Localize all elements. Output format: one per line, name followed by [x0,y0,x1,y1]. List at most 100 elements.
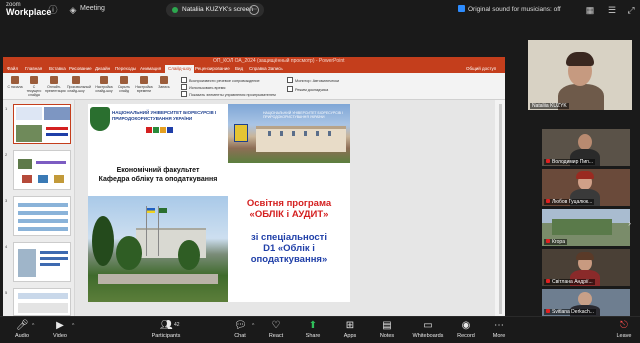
audio-caret-icon[interactable]: ^ [32,323,34,329]
specialty-heading: зі спеціальності D1 «Облік і оподаткуван… [228,232,350,265]
color-block-orange [160,127,166,133]
leave-button[interactable]: ⎋ Leave [612,320,636,339]
monitor-select[interactable]: Монитор: Автоматически [287,77,339,83]
notes-label: Notes [379,333,395,339]
tab-transitions[interactable]: Переходы [115,66,136,71]
shield-icon[interactable]: ◈ [68,5,78,15]
university-flag-icon [159,208,167,213]
view-options-icon[interactable]: ☰ [607,5,617,15]
tab-home[interactable]: Главная [25,66,42,71]
specialty-line-2: D1 «Облік і [263,243,315,254]
vertical-scrollbar[interactable] [499,104,502,314]
thumb-number-2: 2 [5,152,8,157]
mic-muted-icon [546,159,550,163]
screen-share-pill[interactable]: Nataliia KUZYK's screen ⋯ [166,3,264,17]
thumb4-line2 [40,257,68,260]
participants-icon: 👥︎ [160,320,173,331]
view-grid-icon[interactable]: ▦ [585,5,595,15]
online-icon [50,76,58,84]
participant-video-2[interactable]: Любов Гуцалюк... [542,169,630,206]
tab-help[interactable]: Справка [249,66,267,71]
thumb4-line3 [40,263,60,266]
tab-review[interactable]: Рецензирование [195,66,230,71]
use-timings-checkbox[interactable]: Использовать время [181,84,225,90]
mic-muted-icon [546,199,550,203]
video-button[interactable]: ▶︎ Video ^ [38,320,82,339]
record-icon [160,76,168,84]
tab-draw[interactable]: Рисование [69,66,92,71]
slide-thumbnail-2[interactable] [13,150,71,190]
color-block-red [146,127,152,133]
slide-thumbnail-5[interactable] [13,288,71,316]
record-icon: ◉ [461,320,471,331]
participant-video-3[interactable]: Кгора [542,209,630,246]
participants-count: 42 [174,322,180,328]
narration-checkbox[interactable]: Воспроизвести речевое сопровождение [181,77,260,83]
ukraine-flag-icon [147,208,155,213]
setup-show-label: Настройка слайд-шоу [95,85,113,93]
more-button[interactable]: ⋯ More [477,320,521,339]
fullscreen-icon[interactable]: ⤢ [626,5,636,15]
speaker-hair [566,52,594,66]
more-options-icon[interactable]: ⋯ [249,5,259,15]
participant-video-1[interactable]: Володимир Пип... [542,129,630,166]
whiteboard-icon: ▭ [423,320,433,331]
flag-pole [158,206,159,256]
slide-thumbnail-3[interactable] [13,196,71,236]
zoom-top-bar: zoom Workplace ⓘ ◈ Meeting Nataliia KUZY… [0,0,640,20]
rehearse-label: Настройка времени [135,85,153,93]
participant-hair [576,171,594,179]
hide-slide-button[interactable]: Скрыть слайд [115,76,133,98]
presenter-view-checkbox[interactable]: Режим докладчика [287,86,328,92]
slide-thumbnails-pane[interactable]: 1 2 3 4 5 [3,100,75,318]
setup-icon [100,76,108,84]
tab-design[interactable]: Дизайн [95,66,110,71]
record-button[interactable]: Запись [155,76,173,98]
thumb-number-1: 1 [5,106,8,111]
active-speaker-video[interactable]: Nataliia KUZYK [528,40,632,110]
participant-video-5[interactable]: Svitlana Derkach... [542,289,630,316]
faculty-line-1: Економічний факультет [116,167,200,174]
participant-face [578,292,592,306]
slide-editing-area[interactable]: НАЦІОНАЛЬНИЙ УНІВЕРСИТЕТ БІОРЕСУРСІВ І П… [75,100,495,318]
sharing-indicator-icon [172,7,178,13]
from-beginning-button[interactable]: С начала [6,76,24,98]
record-label: Запись [158,85,170,89]
from-beginning-label: С начала [7,85,23,89]
participant-video-4[interactable]: Світлана Андрії... [542,249,630,286]
tab-animations[interactable]: Анимация [140,66,161,71]
rehearse-timings-button[interactable]: Настройка времени [135,76,153,98]
shared-screen-stage: ОП_КОЛ ОА_2024 (защищённый просмотр) - P… [0,20,520,326]
specialty-line-3: оподаткування» [250,254,328,265]
tab-insert[interactable]: Вставка [49,66,66,71]
timer-icon [140,76,148,84]
tab-file[interactable]: Файл [7,66,18,71]
setup-show-button[interactable]: Настройка слайд-шоу [95,76,113,98]
campus-photo [88,196,228,302]
info-icon[interactable]: ⓘ [48,5,58,15]
faculty-heading: Економічний факультет Кафедра обліку та … [88,166,228,184]
tab-record[interactable]: Запись [268,66,283,71]
from-current-button[interactable]: С текущего слайда [25,76,43,98]
tab-slideshow[interactable]: Слайд-шоу [165,65,195,73]
slide-thumbnail-1[interactable] [13,104,71,144]
microphone-icon: 🎤︎ [16,320,29,331]
online-present-button[interactable]: Онлайн-презентация [45,76,66,98]
thumb2-icon-b [38,175,48,183]
notes-button[interactable]: ▤ Notes [365,320,409,339]
window [304,131,307,136]
video-caret-icon[interactable]: ^ [72,323,74,329]
color-block-green [153,127,159,133]
thumb3-bar4 [18,227,68,231]
building-shape [256,126,346,152]
slide-thumbnail-4[interactable] [13,242,71,282]
media-controls-checkbox[interactable]: Показать элементы управления проигрывате… [181,91,276,97]
tab-view[interactable]: Вид [235,66,243,71]
custom-show-button[interactable]: Произвольный слайд-шоу [67,76,91,98]
tab-share[interactable]: Общий доступ [466,66,496,71]
gallery-next-icon[interactable]: › [628,218,631,228]
participant-name: Любов Гуцалюк... [544,199,595,205]
thumb4-line1 [40,251,68,254]
original-sound-toggle[interactable]: Original sound for musicians: off [458,5,561,13]
participants-button[interactable]: 👥︎ Participants 42 [144,320,188,339]
